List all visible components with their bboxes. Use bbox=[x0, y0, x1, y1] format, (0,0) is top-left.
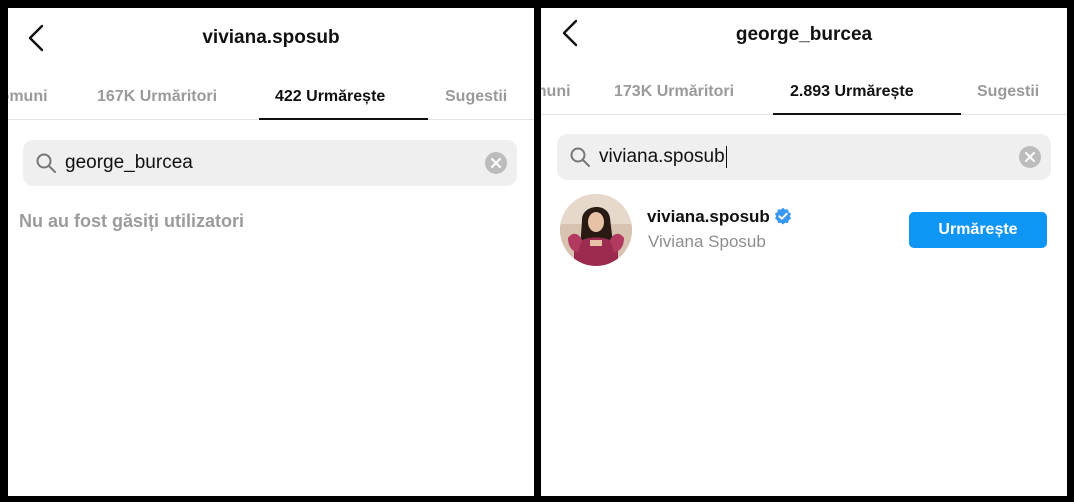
search-icon bbox=[35, 152, 57, 174]
tab-suggestions[interactable]: Sugestii bbox=[445, 84, 507, 120]
search-bar[interactable]: viviana.sposub bbox=[557, 134, 1051, 180]
header: viviana.sposub bbox=[8, 8, 534, 68]
tab-following[interactable]: 2.893 Urmărește bbox=[790, 79, 914, 115]
tab-bar: Comuni 167K Urmăritori 422 Urmărește Sug… bbox=[8, 84, 534, 120]
search-result-row[interactable]: viviana.sposub Viviana Sposub Urmărește bbox=[541, 188, 1067, 268]
tab-mutual[interactable]: Comuni bbox=[8, 84, 48, 120]
verified-badge-icon bbox=[774, 207, 792, 225]
tab-bar: Comuni 173K Urmăritori 2.893 Urmărește S… bbox=[541, 79, 1067, 115]
clear-icon[interactable] bbox=[485, 152, 507, 174]
result-full-name: Viviana Sposub bbox=[648, 232, 766, 251]
left-screen: viviana.sposub Comuni 167K Urmăritori 42… bbox=[8, 8, 534, 496]
tab-followers[interactable]: 167K Urmăritori bbox=[97, 84, 217, 120]
page-title: george_burcea bbox=[735, 24, 873, 45]
text-caret bbox=[725, 145, 727, 168]
avatar[interactable] bbox=[560, 194, 632, 266]
search-bar[interactable]: george_burcea bbox=[23, 140, 517, 186]
tab-suggestions[interactable]: Sugestii bbox=[977, 79, 1039, 115]
result-username[interactable]: viviana.sposub bbox=[647, 207, 792, 227]
clear-icon[interactable] bbox=[1019, 146, 1041, 168]
follow-button[interactable]: Urmărește bbox=[909, 212, 1047, 248]
search-icon bbox=[569, 146, 591, 168]
empty-state-message: Nu au fost găsiți utilizatori bbox=[19, 211, 245, 231]
active-tab-indicator bbox=[259, 118, 428, 120]
tab-following[interactable]: 422 Urmărește bbox=[275, 84, 385, 120]
active-tab-indicator bbox=[773, 113, 961, 115]
header: george_burcea bbox=[541, 8, 1067, 68]
search-input[interactable]: viviana.sposub bbox=[599, 134, 727, 180]
tab-mutual[interactable]: Comuni bbox=[541, 79, 571, 115]
page-title: viviana.sposub bbox=[202, 27, 340, 48]
search-input-text: viviana.sposub bbox=[599, 146, 725, 167]
search-input[interactable]: george_burcea bbox=[65, 140, 193, 186]
tab-followers[interactable]: 173K Urmăritori bbox=[614, 79, 734, 115]
username-text: viviana.sposub bbox=[647, 207, 770, 226]
right-screen: george_burcea Comuni 173K Urmăritori 2.8… bbox=[541, 8, 1067, 496]
